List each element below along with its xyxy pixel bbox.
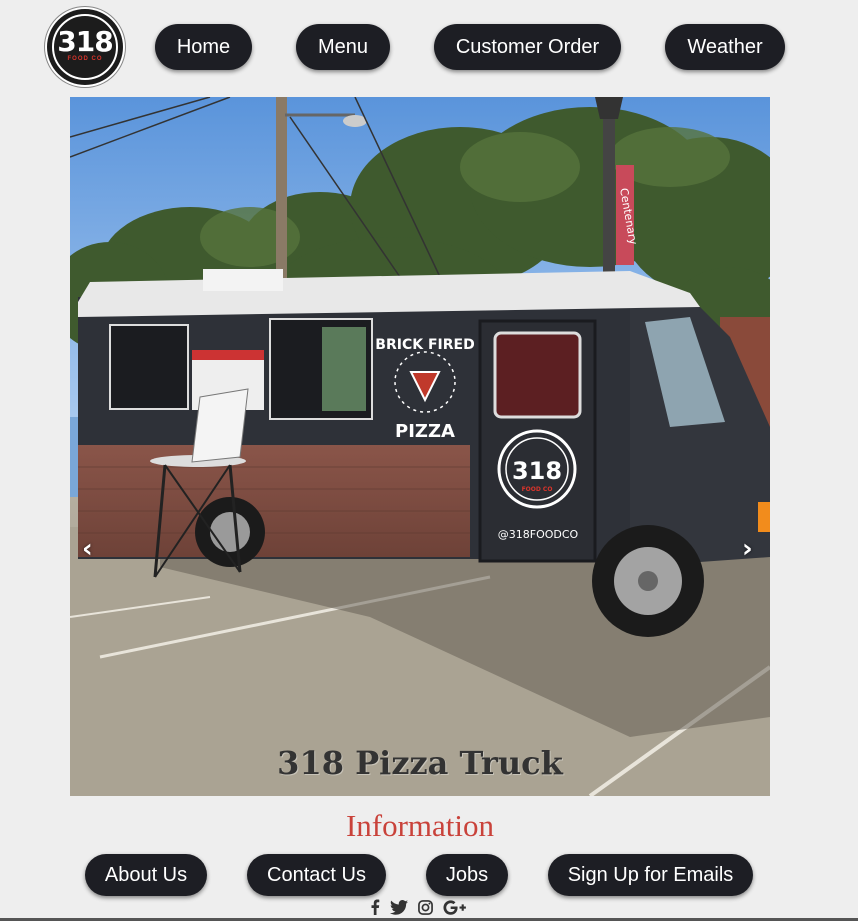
slideshow-next-arrow[interactable]: › [742,534,753,564]
jobs-button[interactable]: Jobs [426,854,508,896]
truck-handle-text: @318FOODCO [498,528,579,541]
instagram-icon[interactable] [418,899,433,920]
facebook-icon[interactable] [370,899,380,920]
nav-menu-button[interactable]: Menu [296,24,390,70]
sign-up-emails-button[interactable]: Sign Up for Emails [548,854,753,896]
truck-badge-sub: FOOD CO [522,486,553,493]
twitter-icon[interactable] [390,899,408,920]
truck-pizza-text: PIZZA [395,421,455,442]
nav-weather-button[interactable]: Weather [665,24,785,70]
nav-customer-order-button[interactable]: Customer Order [434,24,621,70]
google-plus-icon[interactable] [443,899,467,920]
information-heading: Information [345,808,495,843]
slideshow-prev-arrow[interactable]: ‹ [82,534,93,564]
slide-caption: 318 Pizza Truck [277,744,563,782]
truck-badge-number: 318 [512,457,562,485]
logo-number: 318 [57,25,113,58]
logo-subtext: FOOD CO [67,56,103,62]
contact-us-button[interactable]: Contact Us [247,854,386,896]
truck-brick-fired-text: BRICK FIRED [375,337,474,353]
nav-home-button[interactable]: Home [155,24,252,70]
hero-slideshow: BRICK FIRED PIZZA 318 FOOD CO @318FOODCO… [70,97,770,796]
site-logo[interactable]: 318 FOOD CO [47,9,123,85]
pizza-truck-photo: BRICK FIRED PIZZA 318 FOOD CO @318FOODCO… [70,97,770,796]
about-us-button[interactable]: About Us [85,854,207,896]
social-links [370,899,467,920]
